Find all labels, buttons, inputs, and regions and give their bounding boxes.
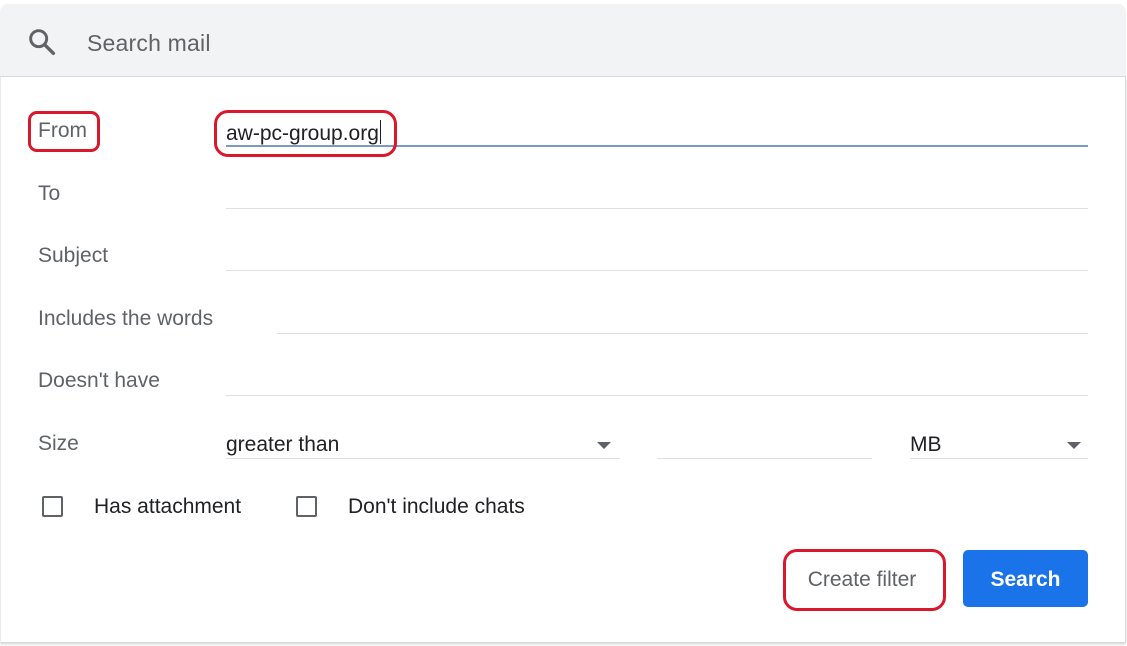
dont-include-chats-label[interactable]: Don't include chats: [348, 495, 525, 519]
from-input[interactable]: aw-pc-group.org: [226, 120, 381, 146]
doesnt-have-label: Doesn't have: [38, 369, 160, 392]
size-label: Size: [38, 432, 79, 455]
advanced-search-dialog: Search mail From aw-pc-group.org To Subj…: [0, 0, 1127, 646]
has-attachment-label[interactable]: Has attachment: [94, 495, 241, 519]
dont-include-chats-checkbox[interactable]: [296, 496, 317, 517]
subject-input[interactable]: [226, 270, 1088, 271]
search-icon[interactable]: [26, 26, 58, 58]
doesnt-have-input[interactable]: [226, 395, 1088, 396]
from-label: From: [38, 119, 87, 142]
create-filter-button[interactable]: Create filter: [787, 551, 937, 607]
text-caret: [379, 120, 381, 144]
to-label: To: [38, 182, 61, 205]
includes-words-label: Includes the words: [38, 307, 214, 330]
includes-words-input[interactable]: [277, 333, 1088, 334]
subject-label: Subject: [38, 244, 109, 267]
size-comparator-value: greater than: [226, 433, 340, 456]
search-bar[interactable]: Search mail: [0, 4, 1126, 77]
from-value: aw-pc-group.org: [226, 122, 379, 145]
size-comparator-underline: [226, 458, 620, 459]
size-unit-value: MB: [910, 433, 942, 456]
size-amount-input[interactable]: [657, 458, 872, 459]
size-unit-underline: [910, 458, 1088, 459]
search-options-panel: From aw-pc-group.org To Subject Includes…: [0, 77, 1126, 642]
search-input[interactable]: Search mail: [87, 30, 211, 57]
search-button[interactable]: Search: [963, 550, 1088, 607]
arrow-drop-down-icon[interactable]: [597, 442, 611, 449]
has-attachment-checkbox[interactable]: [42, 496, 63, 517]
arrow-drop-down-icon[interactable]: [1067, 442, 1081, 449]
to-input[interactable]: [226, 208, 1088, 209]
from-underline: [226, 145, 1088, 147]
